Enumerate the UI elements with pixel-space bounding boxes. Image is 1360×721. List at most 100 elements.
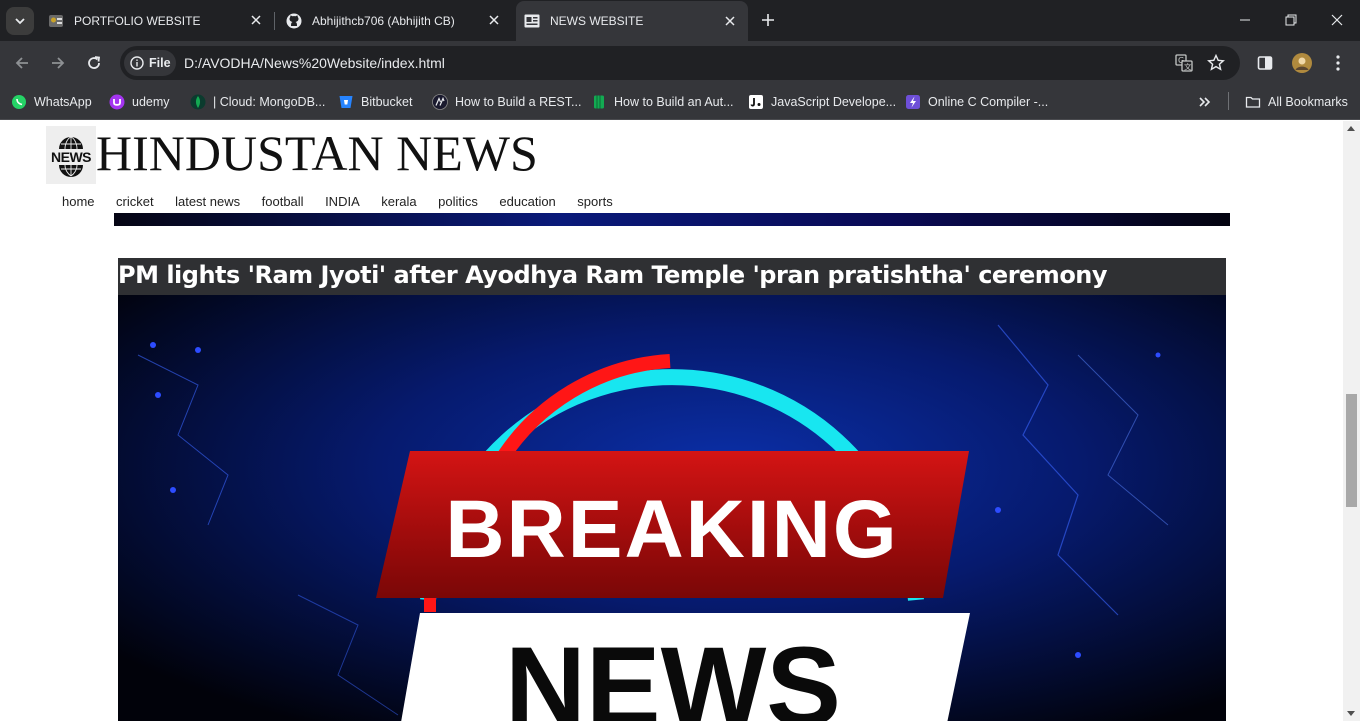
book-icon [591,94,607,110]
bookmark-online-c-compiler[interactable]: Online C Compiler -... [905,91,1048,113]
translate-icon[interactable]: G文 [1175,54,1193,72]
banner-image-strip [114,213,1230,226]
logo-text: NEWS [51,149,92,165]
folder-icon [1245,94,1261,110]
avatar-icon [1292,53,1312,73]
reload-button[interactable] [80,49,108,77]
tab-news-website[interactable]: NEWS WEBSITE [516,1,748,41]
breaking-news-image[interactable]: BREAKING NEWS [118,295,1226,721]
site-logo[interactable]: NEWS [46,126,96,184]
tab-title: NEWS WEBSITE [550,14,644,28]
close-tab-icon[interactable] [486,12,502,28]
tab-title: PORTFOLIO WEBSITE [74,13,201,28]
bookmark-js-developer[interactable]: JavaScript Develope... [748,91,896,113]
address-bar[interactable]: File D:/AVODHA/News%20Website/index.html… [120,46,1240,80]
bookmark-label: udemy [132,95,170,109]
bookmark-mongodb[interactable]: | Cloud: MongoDB... [190,91,325,113]
nav-kerala[interactable]: kerala [381,194,416,209]
news-text: NEWS [505,624,841,721]
news-favicon-icon [524,13,540,29]
restore-button[interactable] [1268,0,1314,40]
site-info-chip[interactable]: File [124,50,176,76]
nav-football[interactable]: football [262,194,304,209]
site-title: HINDUSTAN NEWS [96,125,538,181]
bookmark-label: | Cloud: MongoDB... [213,95,326,109]
browser-menu-button[interactable] [1324,49,1352,77]
info-icon [130,56,144,70]
back-button[interactable] [8,49,36,77]
scroll-up-arrow-icon[interactable] [1347,126,1355,131]
svg-text:文: 文 [1184,62,1192,72]
new-tab-button[interactable] [756,8,780,32]
bitbucket-icon [338,94,354,110]
bookmarks-divider [1228,92,1229,110]
bookmark-star-icon[interactable] [1207,54,1225,72]
browser-toolbar: File D:/AVODHA/News%20Website/index.html… [0,41,1360,85]
scrollbar-thumb[interactable] [1346,394,1357,507]
arrow-left-icon [15,57,28,69]
tab-title: Abhijithcb706 (Abhijith CB) [312,13,455,28]
reload-icon [88,56,101,69]
mongodb-icon [190,94,206,110]
side-panel-button[interactable] [1251,49,1279,77]
close-window-button[interactable] [1314,0,1360,40]
forward-button[interactable] [44,49,72,77]
bookmark-label: Online C Compiler -... [928,95,1049,109]
article-headline[interactable]: PM lights 'Ram Jyoti' after Ayodhya Ram … [118,261,1108,289]
restore-icon [1285,14,1297,26]
tab-github[interactable]: Abhijithcb706 (Abhijith CB) [280,0,512,41]
js-icon [748,94,764,110]
scheme-label: File [149,56,171,70]
minimize-icon [1240,19,1250,21]
udemy-icon [109,94,125,110]
bookmark-label: WhatsApp [34,95,92,109]
url-text[interactable]: D:/AVODHA/News%20Website/index.html [184,55,445,71]
profile-avatar[interactable] [1288,49,1316,77]
plus-icon [762,14,774,26]
nav-home[interactable]: home [62,194,95,209]
tab-search-button[interactable] [6,7,34,35]
arrow-right-icon [52,57,65,69]
close-tab-icon[interactable] [248,12,264,28]
github-icon [286,13,302,29]
globe-icon [59,136,83,149]
bookmark-whatsapp[interactable]: WhatsApp [11,91,92,113]
bookmark-bitbucket[interactable]: Bitbucket [338,91,412,113]
globe-bottom-icon [59,165,83,177]
nav-sports[interactable]: sports [577,194,612,209]
bookmark-label: JavaScript Develope... [771,95,897,109]
bookmark-label: Bitbucket [361,95,413,109]
tab-portfolio[interactable]: PORTFOLIO WEBSITE [42,0,274,41]
kebab-menu-icon [1336,55,1340,71]
minimize-button[interactable] [1222,0,1268,40]
nav-education[interactable]: education [499,194,555,209]
page-viewport: NEWS HINDUSTAN NEWS home cricket latest … [0,121,1343,721]
main-nav: home cricket latest news football INDIA … [62,194,634,209]
tab-divider [274,12,275,30]
nav-latest-news[interactable]: latest news [175,194,240,209]
close-tab-icon[interactable] [722,13,738,29]
bookmark-rest-article[interactable]: How to Build a REST... [432,91,581,113]
tab-strip: PORTFOLIO WEBSITE Abhijithcb706 (Abhijit… [0,0,1360,41]
chevron-down-icon [15,18,25,25]
breaking-text: BREAKING [445,484,898,575]
all-bookmarks-label: All Bookmarks [1268,95,1348,109]
bookmarks-bar: WhatsApp udemy | Cloud: MongoDB... Bitbu… [0,85,1360,120]
bookmark-auth-guide[interactable]: How to Build an Aut... [591,91,734,113]
close-icon [1331,14,1343,26]
nav-cricket[interactable]: cricket [116,194,154,209]
scroll-down-arrow-icon[interactable] [1347,711,1355,716]
featured-article[interactable]: PM lights 'Ram Jyoti' after Ayodhya Ram … [118,258,1226,721]
more-bookmarks-button[interactable] [1198,91,1212,113]
portfolio-favicon-icon [48,13,64,29]
all-bookmarks-button[interactable]: All Bookmarks [1245,91,1348,113]
headline-bar: PM lights 'Ram Jyoti' after Ayodhya Ram … [118,258,1226,295]
bookmark-udemy[interactable]: udemy [109,91,170,113]
nav-india[interactable]: INDIA [325,194,360,209]
whatsapp-icon [11,94,27,110]
bookmark-label: How to Build an Aut... [614,95,734,109]
bookmark-label: How to Build a REST... [455,95,582,109]
article-icon [432,94,448,110]
nav-politics[interactable]: politics [438,194,478,209]
double-chevron-right-icon [1199,97,1211,107]
